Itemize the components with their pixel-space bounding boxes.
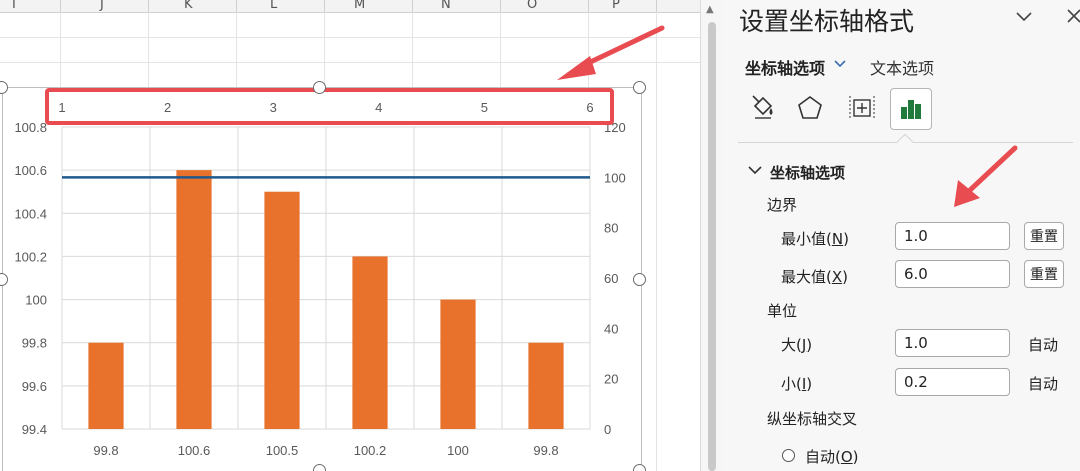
bar[interactable] <box>528 342 564 429</box>
minor-unit-label: 小(I) <box>781 375 813 393</box>
y-left-tick-label: 100.2 <box>14 249 47 264</box>
bar[interactable] <box>88 342 124 429</box>
effects-tab[interactable] <box>790 88 830 128</box>
bar-chart-icon <box>901 100 921 119</box>
fill-bucket-icon <box>752 95 773 119</box>
x-category-label: 100.2 <box>354 443 387 458</box>
y-right-tick-label: 60 <box>604 271 618 286</box>
tab-dropdown-icon[interactable] <box>834 60 846 68</box>
fill-line-tab[interactable] <box>743 88 783 128</box>
bar[interactable] <box>440 299 476 429</box>
bar[interactable] <box>352 256 388 429</box>
section-title-axis-options[interactable]: 坐标轴选项 <box>770 162 845 183</box>
y-left-tick-label: 99.8 <box>22 336 47 351</box>
max-value-label: 最大值(X) <box>781 268 848 286</box>
combo-chart[interactable]: 100.8100.6100.4100.210099.899.699.4 1201… <box>0 0 700 471</box>
minor-unit-input[interactable] <box>895 368 1010 396</box>
resize-handle-right[interactable] <box>633 273 646 286</box>
min-value-input[interactable] <box>895 222 1010 250</box>
major-auto-label[interactable]: 自动 <box>1028 334 1058 355</box>
tab-text-options[interactable]: 文本选项 <box>870 55 934 79</box>
y-right-tick-label: 20 <box>604 372 618 387</box>
y-left-tick-label: 100.6 <box>14 163 47 178</box>
resize-handle-bottom[interactable] <box>313 464 326 471</box>
x-top-tick-label: 4 <box>375 100 382 115</box>
tab-axis-options[interactable]: 坐标轴选项 <box>745 55 825 79</box>
pane-title: 设置坐标轴格式 <box>739 7 915 36</box>
x-category-label: 100.5 <box>266 443 299 458</box>
y-left-tick-label: 100.8 <box>14 120 47 135</box>
axis-options-tab[interactable] <box>890 88 932 130</box>
resize-handle-top[interactable] <box>313 81 326 94</box>
x-top-tick-label: 2 <box>164 100 171 115</box>
x-top-tick-label: 5 <box>481 100 488 115</box>
bar[interactable] <box>176 170 212 429</box>
close-icon[interactable] <box>1067 9 1080 23</box>
min-reset-button[interactable]: 重置 <box>1024 222 1064 250</box>
min-value-label: 最小值(N) <box>781 230 849 248</box>
x-top-tick-label: 6 <box>586 100 593 115</box>
auto-cross-label[interactable]: 自动(O) <box>805 446 859 467</box>
x-category-label: 99.8 <box>93 443 118 458</box>
arrow-annotation-pane <box>954 145 1018 207</box>
y-right-tick-label: 80 <box>604 221 618 236</box>
pentagon-icon <box>798 96 822 119</box>
size-properties-tab[interactable] <box>842 88 882 128</box>
major-unit-input[interactable] <box>895 329 1010 357</box>
y-left-tick-label: 99.4 <box>22 422 47 437</box>
arrow-annotation-chart <box>557 25 665 80</box>
x-top-tick-label: 1 <box>58 100 65 115</box>
major-unit-label: 大(J) <box>781 336 813 354</box>
bar[interactable] <box>264 191 300 429</box>
y-right-tick-label: 0 <box>604 422 611 437</box>
max-reset-button[interactable]: 重置 <box>1024 260 1064 288</box>
x-top-tick-label: 3 <box>270 100 277 115</box>
minor-auto-label[interactable]: 自动 <box>1028 373 1058 394</box>
x-category-label: 99.8 <box>533 443 558 458</box>
vertical-scrollbar[interactable]: ▲ <box>700 0 723 471</box>
resize-handle-bottom-right[interactable] <box>633 464 646 471</box>
max-value-input[interactable] <box>895 260 1010 288</box>
y-right-tick-label: 40 <box>604 321 618 336</box>
chevron-down-icon[interactable] <box>1016 12 1032 22</box>
x-category-label: 100.6 <box>178 443 211 458</box>
scroll-up-icon[interactable]: ▲ <box>706 4 714 15</box>
format-axis-pane: 设置坐标轴格式 坐标轴选项 文本选项 坐标轴选项 边界 最小值(N) 1.0 重… <box>722 0 1080 471</box>
collapse-chevron-icon[interactable] <box>748 166 762 176</box>
y-left-tick-label: 100.4 <box>14 206 47 221</box>
size-properties-icon <box>849 96 875 120</box>
units-label: 单位 <box>767 302 798 320</box>
auto-cross-radio[interactable] <box>782 449 795 462</box>
bounds-label: 边界 <box>767 196 798 214</box>
tab-pointer <box>896 133 914 151</box>
vertical-axis-crosses-label: 纵坐标轴交叉 <box>767 410 858 428</box>
resize-handle-top-right[interactable] <box>633 81 646 94</box>
y-right-tick-label: 100 <box>604 170 626 185</box>
x-category-label: 100 <box>447 443 469 458</box>
spreadsheet-area[interactable]: I J K L M N O P 100.8 100.6 100.4 100.2 100 9… <box>0 0 700 471</box>
y-left-tick-label: 99.6 <box>22 379 47 394</box>
highlight-box <box>45 88 614 125</box>
y-left-tick-label: 100 <box>25 293 47 308</box>
scrollbar-thumb[interactable] <box>708 22 716 471</box>
